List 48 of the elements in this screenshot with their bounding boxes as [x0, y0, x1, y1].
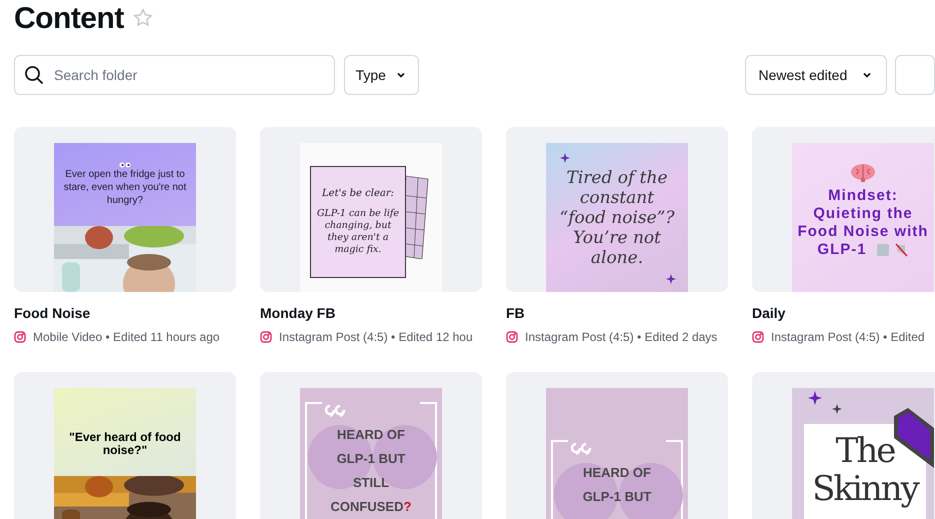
design-text: CONFUSED? [330, 498, 412, 516]
design-text: Ever open the fridge just to stare, even when you're not hungry? [62, 168, 188, 207]
sparkle-icon [560, 153, 570, 163]
design-text: HEARD OF [337, 426, 405, 444]
design-text: "Ever heard of food noise?" [68, 431, 182, 457]
design-text: GLP-1 can be life changing, but they aren't a magic fix. [316, 208, 400, 256]
camera-icon [14, 331, 26, 343]
sparkle-icon [832, 404, 842, 414]
sparkle-icon [808, 391, 822, 405]
design-card[interactable]: Ever open the fridge just to stare, even when you're not hungry? [14, 127, 236, 292]
design-meta: Instagram Post (4:5) • Edited [771, 329, 925, 346]
camera-icon [752, 331, 764, 343]
design-text: HEARD OF [583, 464, 651, 482]
design-card[interactable]: Let's be clear: GLP-1 can be life changing, but they aren't a magic fix. [260, 127, 482, 292]
design-card[interactable]: Tired of the constant “food noise”? You’re not alone. [506, 127, 728, 292]
design-text: STILL [352, 474, 390, 492]
design-meta: Instagram Post (4:5) • Edited 2 days [525, 329, 718, 346]
type-filter-button[interactable]: Type [344, 55, 419, 95]
design-text: GLP-1 BUT [582, 488, 652, 506]
camera-icon [506, 331, 518, 343]
sort-dropdown[interactable]: Newest edited [744, 55, 888, 95]
design-text: GLP-1 BUT [336, 450, 406, 468]
page-title: Content [14, 0, 124, 36]
design-card[interactable]: Mindset: Quieting the Food Noise with GLP-1 [752, 127, 935, 292]
search-field[interactable]: Search folder [14, 55, 335, 95]
brain-icon [850, 163, 876, 183]
design-card[interactable]: "Ever heard of food noise?" [14, 372, 236, 519]
sparkle-icon [666, 274, 676, 284]
search-icon [24, 65, 44, 85]
camera-icon [260, 331, 272, 343]
design-title[interactable]: Food Noise [14, 305, 236, 322]
design-title[interactable]: Monday FB [260, 305, 482, 322]
design-card[interactable]: The Skinny [752, 372, 935, 519]
design-text: Mindset: Quieting the Food Noise with [796, 187, 930, 241]
star-icon[interactable] [132, 7, 154, 29]
design-title[interactable]: Daily [752, 305, 935, 322]
design-meta: Mobile Video • Edited 11 hours ago [33, 329, 220, 346]
design-text: Tired of the constant “food noise”? You’re not alone. [558, 168, 676, 268]
eyes-icon [119, 162, 131, 168]
toolbar-button[interactable] [895, 55, 935, 95]
design-text: Skinny [812, 470, 918, 508]
design-text: The [836, 432, 894, 470]
design-meta: Instagram Post (4:5) • Edited 12 hou [279, 329, 473, 346]
design-text: Let's be clear: [322, 188, 394, 200]
design-title[interactable]: FB [506, 305, 728, 322]
design-card[interactable]: HEARD OF GLP-1 BUT [506, 372, 728, 519]
design-text: GLP-1 [817, 241, 867, 259]
design-card[interactable]: HEARD OF GLP-1 BUT STILL CONFUSED? [260, 372, 482, 519]
